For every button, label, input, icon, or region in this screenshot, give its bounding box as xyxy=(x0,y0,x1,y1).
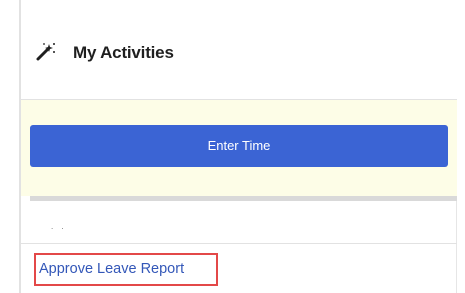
magic-wand-icon xyxy=(35,40,57,62)
section-divider xyxy=(30,196,457,201)
row-divider xyxy=(21,243,457,244)
panel-title: My Activities xyxy=(73,43,174,62)
panel-header: My Activities xyxy=(21,0,457,100)
placeholder-dots: . . xyxy=(51,222,67,231)
quick-actions-area: Enter Time xyxy=(21,100,457,196)
my-activities-panel: My Activities Enter Time . . Approve Lea… xyxy=(21,0,457,293)
approve-leave-report-link[interactable]: Approve Leave Report xyxy=(39,259,184,279)
page: My Activities Enter Time . . Approve Lea… xyxy=(0,0,465,293)
enter-time-button[interactable]: Enter Time xyxy=(30,125,448,167)
